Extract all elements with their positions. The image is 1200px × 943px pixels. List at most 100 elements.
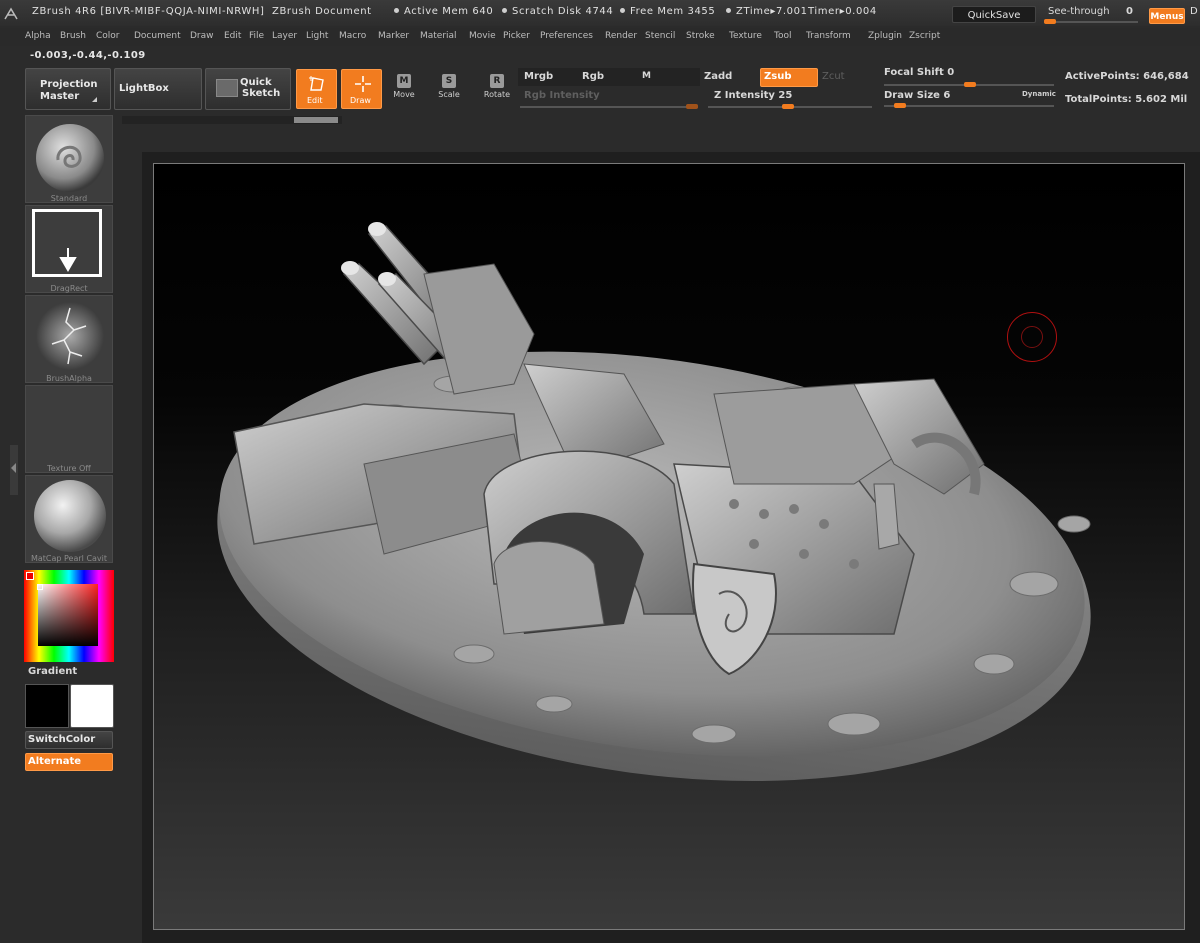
menu-texture[interactable]: Texture bbox=[729, 31, 762, 41]
color-saturation-box[interactable] bbox=[38, 584, 98, 646]
menu-brush[interactable]: Brush bbox=[60, 31, 86, 41]
primary-color-swatch[interactable] bbox=[25, 684, 69, 728]
brush-selector[interactable] bbox=[25, 115, 113, 203]
rgb-button[interactable]: Rgb bbox=[582, 71, 604, 82]
app-title: ZBrush 4R6 [BIVR-MIBF-QQJA-NIMI-NRWH] bbox=[32, 6, 265, 17]
switchcolor-label: SwitchColor bbox=[28, 734, 96, 745]
draw-label: Draw bbox=[350, 96, 371, 105]
shelf-scrollbar[interactable] bbox=[122, 116, 342, 124]
menu-preferences[interactable]: Preferences bbox=[540, 31, 593, 41]
menu-stroke[interactable]: Stroke bbox=[686, 31, 715, 41]
scratch-disk: Scratch Disk 4744 bbox=[500, 6, 613, 17]
color-picker-marker[interactable] bbox=[37, 584, 43, 590]
menu-layer[interactable]: Layer bbox=[272, 31, 297, 41]
alternate-label: Alternate bbox=[28, 756, 82, 767]
title-bar: ZBrush 4R6 [BIVR-MIBF-QQJA-NIMI-NRWH] ZB… bbox=[0, 0, 1200, 26]
menu-document[interactable]: Document bbox=[134, 31, 181, 41]
color-swatch-toggle[interactable] bbox=[26, 572, 34, 580]
rgb-intensity-knob[interactable] bbox=[686, 104, 698, 109]
edit-icon bbox=[308, 75, 326, 96]
menus-button[interactable]: Menus bbox=[1149, 8, 1185, 24]
move-label: Move bbox=[393, 90, 415, 99]
focal-shift-knob[interactable] bbox=[964, 82, 976, 87]
menu-alpha[interactable]: Alpha bbox=[25, 31, 51, 41]
alternate-button[interactable]: Alternate bbox=[25, 753, 113, 771]
mrgb-button[interactable]: Mrgb bbox=[524, 71, 553, 82]
rotate-label: Rotate bbox=[483, 90, 511, 99]
shelf-scroll-thumb[interactable] bbox=[294, 117, 338, 123]
scale-icon: S bbox=[442, 74, 456, 88]
menu-file[interactable]: File bbox=[249, 31, 264, 41]
menu-zplugin[interactable]: Zplugin bbox=[868, 31, 902, 41]
menu-movie[interactable]: Movie bbox=[469, 31, 496, 41]
material-label: MatCap Pearl Cavit bbox=[30, 554, 108, 563]
stroke-selector[interactable] bbox=[25, 205, 113, 293]
rotate-button[interactable]: R Rotate bbox=[482, 70, 512, 110]
menu-zscript[interactable]: Zscript bbox=[909, 31, 940, 41]
left-tray-handle[interactable] bbox=[10, 445, 18, 495]
see-through-track bbox=[1044, 19, 1138, 24]
z-intensity-label: Z Intensity 25 bbox=[714, 90, 793, 101]
menu-stencil[interactable]: Stencil bbox=[645, 31, 675, 41]
ztime: ZTime▸7.001 bbox=[724, 6, 808, 17]
free-mem: Free Mem 3455 bbox=[618, 6, 715, 17]
focal-shift-label: Focal Shift 0 bbox=[884, 67, 955, 78]
z-intensity-slider[interactable] bbox=[708, 104, 872, 109]
quick-sketch-button[interactable]: Quick Sketch bbox=[205, 68, 291, 110]
draw-button[interactable]: Draw bbox=[341, 69, 382, 109]
secondary-color-swatch[interactable] bbox=[70, 684, 114, 728]
dynamic-toggle[interactable]: Dynamic bbox=[1022, 90, 1056, 98]
menu-color[interactable]: Color bbox=[96, 31, 120, 41]
cursor-coordinates: -0.003,-0.44,-0.109 bbox=[30, 50, 146, 61]
switchcolor-button[interactable]: SwitchColor bbox=[25, 731, 113, 749]
focal-shift-slider[interactable] bbox=[884, 82, 1054, 87]
gradient-label[interactable]: Gradient bbox=[28, 666, 77, 677]
move-button[interactable]: M Move bbox=[391, 70, 417, 110]
menu-macro[interactable]: Macro bbox=[339, 31, 366, 41]
brush-alpha-icon bbox=[36, 302, 104, 370]
menu-light[interactable]: Light bbox=[306, 31, 328, 41]
menu-transform[interactable]: Transform bbox=[806, 31, 851, 41]
sketch-icon bbox=[216, 79, 238, 97]
matcap-sphere-icon bbox=[34, 480, 106, 552]
quick-sketch-label-2: Sketch bbox=[242, 88, 281, 99]
menu-draw[interactable]: Draw bbox=[190, 31, 214, 41]
scale-button[interactable]: S Scale bbox=[436, 70, 462, 110]
see-through-slider[interactable]: See-through 0 bbox=[1040, 4, 1142, 24]
projection-master-button[interactable]: Projection Master bbox=[25, 68, 111, 110]
menu-edit[interactable]: Edit bbox=[224, 31, 241, 41]
draw-size-label: Draw Size 6 bbox=[884, 90, 951, 101]
menu-render[interactable]: Render bbox=[605, 31, 637, 41]
timer: Timer▸0.004 bbox=[808, 6, 877, 17]
sculpt-model bbox=[217, 222, 1091, 782]
m-button[interactable]: M bbox=[642, 71, 651, 81]
menu-marker[interactable]: Marker bbox=[378, 31, 409, 41]
zcut-button[interactable]: Zcut bbox=[822, 71, 845, 82]
see-through-knob[interactable] bbox=[1044, 19, 1056, 24]
brush-cursor-inner bbox=[1021, 326, 1043, 348]
draw-size-knob[interactable] bbox=[894, 103, 906, 108]
rgb-intensity-slider[interactable] bbox=[520, 104, 698, 109]
default-button[interactable]: D bbox=[1190, 6, 1198, 17]
color-picker[interactable] bbox=[24, 570, 114, 662]
brush-cursor bbox=[1007, 312, 1057, 362]
menu-tool[interactable]: Tool bbox=[774, 31, 791, 41]
menu-material[interactable]: Material bbox=[420, 31, 457, 41]
stroke-label: DragRect bbox=[50, 284, 88, 293]
document-canvas[interactable] bbox=[153, 163, 1185, 930]
menu-picker[interactable]: Picker bbox=[503, 31, 530, 41]
zadd-button[interactable]: Zadd bbox=[704, 71, 732, 82]
see-through-label: See-through bbox=[1048, 6, 1110, 17]
zsub-label: Zsub bbox=[764, 71, 792, 82]
draw-size-slider[interactable] bbox=[884, 103, 1054, 108]
material-selector[interactable] bbox=[25, 475, 113, 563]
alpha-selector[interactable] bbox=[25, 295, 113, 383]
lightbox-button[interactable]: LightBox bbox=[114, 68, 202, 110]
z-intensity-knob[interactable] bbox=[782, 104, 794, 109]
zsub-button[interactable]: Zsub bbox=[760, 68, 818, 87]
menu-bar: Alpha Brush Color Document Draw Edit Fil… bbox=[0, 28, 1200, 46]
projection-master-label-2: Master bbox=[40, 91, 80, 102]
quicksave-button[interactable]: QuickSave bbox=[952, 6, 1036, 23]
edit-button[interactable]: Edit bbox=[296, 69, 337, 109]
texture-selector[interactable] bbox=[25, 385, 113, 473]
